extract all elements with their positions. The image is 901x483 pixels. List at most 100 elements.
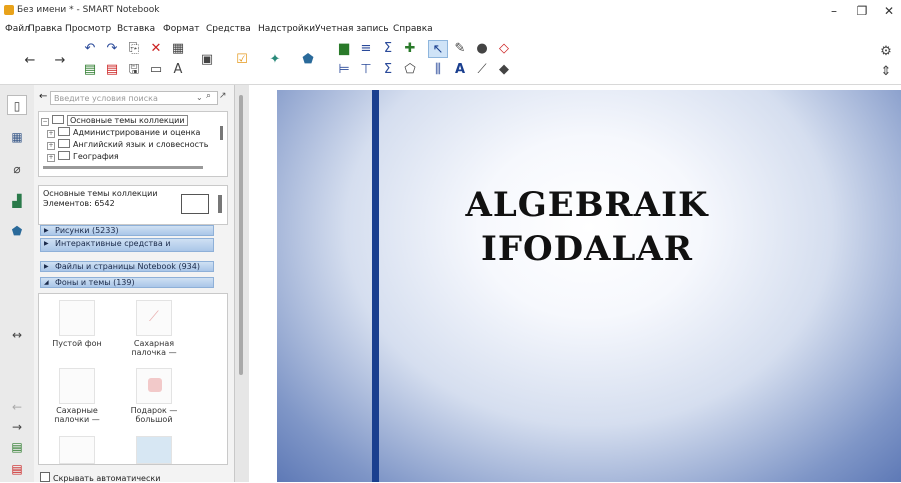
addons-icon[interactable]: ⬟ xyxy=(7,221,27,241)
gallery-icon[interactable]: ▦ xyxy=(7,127,27,147)
add-icon[interactable]: ✚ xyxy=(400,40,420,58)
search-input[interactable]: Введите условия поиска xyxy=(50,91,218,105)
item-count: Элементов: 6542 xyxy=(43,199,115,208)
category-backgrounds[interactable]: ◢ Фоны и темы (139) xyxy=(40,277,214,288)
thumbnail-blank[interactable] xyxy=(59,300,95,336)
move-left-icon[interactable]: ← xyxy=(7,397,27,417)
collapse-arrow-icon: ◢ xyxy=(44,279,49,286)
text-icon[interactable]: A xyxy=(450,61,470,79)
tree-item[interactable]: + Английский язык и словесность xyxy=(47,139,208,150)
restore-icon[interactable]: ❐ xyxy=(851,3,873,19)
toolbar-arrows-icon[interactable]: ⇕ xyxy=(876,63,896,81)
shape-icon[interactable]: ⬠ xyxy=(400,61,420,79)
settings-icon[interactable]: ⚙ xyxy=(876,43,896,61)
slide-page[interactable]: ALGEBRAIK IFODALAR xyxy=(277,90,901,482)
pen-icon[interactable]: ✎ xyxy=(450,40,470,58)
chart-icon[interactable]: ▆ xyxy=(334,40,354,58)
delete-icon[interactable]: ✕ xyxy=(146,40,166,58)
back-icon[interactable]: ← xyxy=(39,91,47,102)
insert-icon[interactable]: ⬟ xyxy=(298,51,318,69)
move-right-icon[interactable]: → xyxy=(7,417,27,437)
top-align-icon[interactable]: ⊤ xyxy=(356,61,376,79)
menu-view[interactable]: Просмотр xyxy=(65,24,111,34)
thumbnail-gift[interactable] xyxy=(136,368,172,404)
distribute-icon[interactable]: ⊨ xyxy=(334,61,354,79)
splitter-handle[interactable] xyxy=(239,95,243,375)
attachments-icon[interactable]: ⌀ xyxy=(7,159,27,179)
redo-icon[interactable]: ↷ xyxy=(102,40,122,58)
menu-bar: Файл Правка Просмотр Вставка Формат Сред… xyxy=(0,22,901,38)
panel-splitter[interactable] xyxy=(235,85,249,482)
slide-title-line1[interactable]: ALGEBRAIK xyxy=(352,185,822,225)
forward-arrow-icon[interactable]: → xyxy=(50,52,70,70)
tool-check-icon[interactable]: ☑ xyxy=(232,51,252,69)
fill-icon[interactable]: ● xyxy=(472,40,492,58)
menu-addons[interactable]: Надстройки xyxy=(258,24,315,34)
thumbnail-label: Пустой фон xyxy=(52,339,102,348)
resize-icon[interactable]: ↔ xyxy=(7,325,27,345)
page-icon[interactable]: ▤ xyxy=(7,437,27,457)
panel-scroll[interactable] xyxy=(218,195,222,213)
properties-tab-icon[interactable]: ▟ xyxy=(7,191,27,211)
tree-item[interactable]: + География xyxy=(47,151,119,162)
thumbnail-item[interactable] xyxy=(136,436,172,464)
menu-tools[interactable]: Средства xyxy=(206,24,251,34)
line-icon[interactable]: ⟋ xyxy=(472,61,492,79)
page-icon-2[interactable]: ▤ xyxy=(7,459,27,479)
checkbox-icon[interactable] xyxy=(40,472,50,482)
tree-vscroll[interactable] xyxy=(220,126,223,140)
new-page-icon[interactable]: ⎘ xyxy=(124,40,144,58)
menu-file[interactable]: Файл xyxy=(5,24,30,34)
gallery-panel: ← Введите условия поиска ⌄ ⌕ ↗ − Основные… xyxy=(34,85,235,483)
undo-icon[interactable]: ↶ xyxy=(80,40,100,58)
tree-item[interactable]: + Администрирование и оценка xyxy=(47,127,200,138)
auto-hide-checkbox[interactable]: Скрывать автоматически xyxy=(40,472,160,483)
expand-icon[interactable]: + xyxy=(47,154,55,162)
category-interactive[interactable]: ▶ Интерактивные средства и xyxy=(40,238,214,252)
menu-edit[interactable]: Правка xyxy=(28,24,62,34)
highlighter-icon[interactable]: ◆ xyxy=(494,61,514,79)
tree-scrollbar[interactable] xyxy=(43,166,203,169)
activity-icon[interactable]: ✦ xyxy=(265,51,285,69)
eraser-icon[interactable]: ◇ xyxy=(494,40,514,58)
slide-title-line2[interactable]: IFODALAR xyxy=(352,229,822,269)
side-tab-strip: ▯ ▦ ⌀ ▟ ⬟ ↔ ← → ▤ ▤ xyxy=(0,85,35,482)
page-up-icon[interactable]: ▤ xyxy=(102,61,122,79)
thumbnail-label: большой xyxy=(135,415,173,424)
thumbnail-label: Сахарные xyxy=(56,406,98,415)
properties-icon[interactable]: ⫼ xyxy=(428,61,448,79)
menu-insert[interactable]: Вставка xyxy=(117,24,155,34)
screen-shade-icon[interactable]: ▣ xyxy=(197,51,217,69)
select-icon[interactable]: ↖ xyxy=(428,40,448,58)
expand-arrow-icon: ▶ xyxy=(44,240,49,247)
page-down-icon[interactable]: ▤ xyxy=(80,61,100,79)
expand-icon[interactable]: + xyxy=(47,142,55,150)
thumbnail-candy-cane[interactable]: ⟋ xyxy=(136,300,172,336)
math-sum-icon[interactable]: Σ xyxy=(378,40,398,58)
menu-account[interactable]: Учетная запись xyxy=(315,24,389,34)
text-format-icon[interactable]: A xyxy=(168,61,188,79)
thumbnail-label: палочки — xyxy=(54,415,100,424)
table-icon[interactable]: ▦ xyxy=(168,40,188,58)
collapse-icon[interactable]: − xyxy=(41,118,49,126)
back-arrow-icon[interactable]: ← xyxy=(20,52,40,70)
menu-help[interactable]: Справка xyxy=(393,24,433,34)
thumbnail-item[interactable] xyxy=(59,436,95,464)
math-tools-icon[interactable]: Σ xyxy=(378,61,398,79)
toolbar: ← → ↶ ↷ ⎘ ✕ ▦ ▤ ▤ 🖫 ▭ A ▣ ☑ ✦ ⬟ ▆ ≡ Σ ✚ … xyxy=(0,38,901,85)
close-icon[interactable]: ✕ xyxy=(878,3,900,19)
menu-format[interactable]: Формат xyxy=(163,24,200,34)
category-pictures[interactable]: ▶ Рисунки (5233) xyxy=(40,225,214,236)
minimize-icon[interactable]: – xyxy=(823,3,845,19)
page-sorter-icon[interactable]: ▯ xyxy=(7,95,27,115)
paste-icon[interactable]: ▭ xyxy=(146,61,166,79)
expand-icon[interactable]: + xyxy=(47,130,55,138)
category-notebook-files[interactable]: ▶ Файлы и страницы Notebook (934) xyxy=(40,261,214,272)
thumbnail-candy-canes[interactable] xyxy=(59,368,95,404)
pin-icon[interactable]: ↗ xyxy=(219,91,227,101)
align-icon[interactable]: ≡ xyxy=(356,40,376,58)
tree-root[interactable]: − Основные темы коллекции xyxy=(41,115,188,126)
save-icon[interactable]: 🖫 xyxy=(124,61,144,79)
search-icon[interactable]: ⌕ xyxy=(206,91,211,101)
chevron-down-icon[interactable]: ⌄ xyxy=(196,93,203,102)
